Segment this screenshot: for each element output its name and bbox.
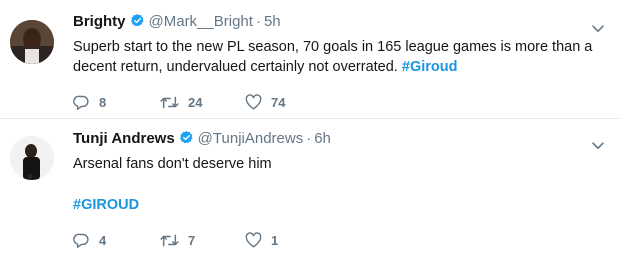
display-name[interactable]: Brighty — [73, 13, 126, 30]
reply-count: 4 — [99, 232, 107, 248]
separator-dot: · — [306, 130, 312, 147]
verified-badge-icon — [130, 13, 145, 32]
retweet-icon — [160, 94, 179, 111]
retweet-icon — [160, 232, 179, 249]
like-icon — [245, 232, 262, 248]
retweet-count: 24 — [188, 94, 203, 110]
reply-icon — [73, 94, 90, 111]
retweet-button[interactable]: 24 — [160, 92, 202, 112]
like-button[interactable]: 1 — [245, 230, 278, 250]
separator-dot: · — [255, 13, 261, 30]
tweet-text-segment: decent return, undervalued certainly not… — [73, 59, 398, 75]
chevron-down-icon[interactable] — [592, 20, 604, 38]
like-count: 1 — [271, 232, 279, 248]
avatar[interactable] — [10, 136, 54, 180]
tweet[interactable]: Brighty @Mark__Bright · 5h Superb start to … — [0, 0, 620, 118]
tweet-hashtag-line: #GIROUD — [73, 195, 139, 215]
tweet[interactable]: Tunji Andrews @TunjiAndrews · 6h Arsenal fa… — [0, 118, 620, 257]
like-icon — [245, 94, 262, 110]
avatar[interactable] — [10, 20, 54, 64]
tweet-header: Brighty @Mark__Bright · 5h — [73, 13, 281, 32]
timestamp[interactable]: 5h — [264, 13, 281, 30]
retweet-count: 7 — [188, 232, 196, 248]
reply-icon — [73, 232, 90, 249]
like-button[interactable]: 74 — [245, 92, 285, 112]
reply-button[interactable]: 4 — [73, 230, 106, 250]
user-handle[interactable]: @Mark__Bright — [149, 13, 253, 30]
hashtag-link[interactable]: #Giroud — [402, 59, 458, 75]
verified-badge-icon — [179, 130, 194, 149]
like-count: 74 — [271, 94, 286, 110]
hashtag-link[interactable]: #GIROUD — [73, 197, 139, 213]
display-name[interactable]: Tunji Andrews — [73, 130, 175, 147]
tweet-text-line: decent return, undervalued certainly not… — [73, 57, 592, 77]
tweet-actions: 8 24 74 — [73, 92, 373, 112]
tweet-header: Tunji Andrews @TunjiAndrews · 6h — [73, 130, 331, 149]
retweet-button[interactable]: 7 — [160, 230, 195, 250]
tweet-text: Arsenal fans don't deserve him — [73, 156, 272, 172]
tweet-text: Superb start to the new PL season, 70 go… — [73, 37, 592, 77]
chevron-down-icon[interactable] — [592, 137, 604, 155]
reply-count: 8 — [99, 94, 107, 110]
tweet-actions: 4 7 1 — [73, 230, 373, 250]
reply-button[interactable]: 8 — [73, 92, 106, 112]
tweet-text-line: Superb start to the new PL season, 70 go… — [73, 39, 593, 55]
timestamp[interactable]: 6h — [314, 130, 331, 147]
user-handle[interactable]: @TunjiAndrews — [198, 130, 304, 147]
